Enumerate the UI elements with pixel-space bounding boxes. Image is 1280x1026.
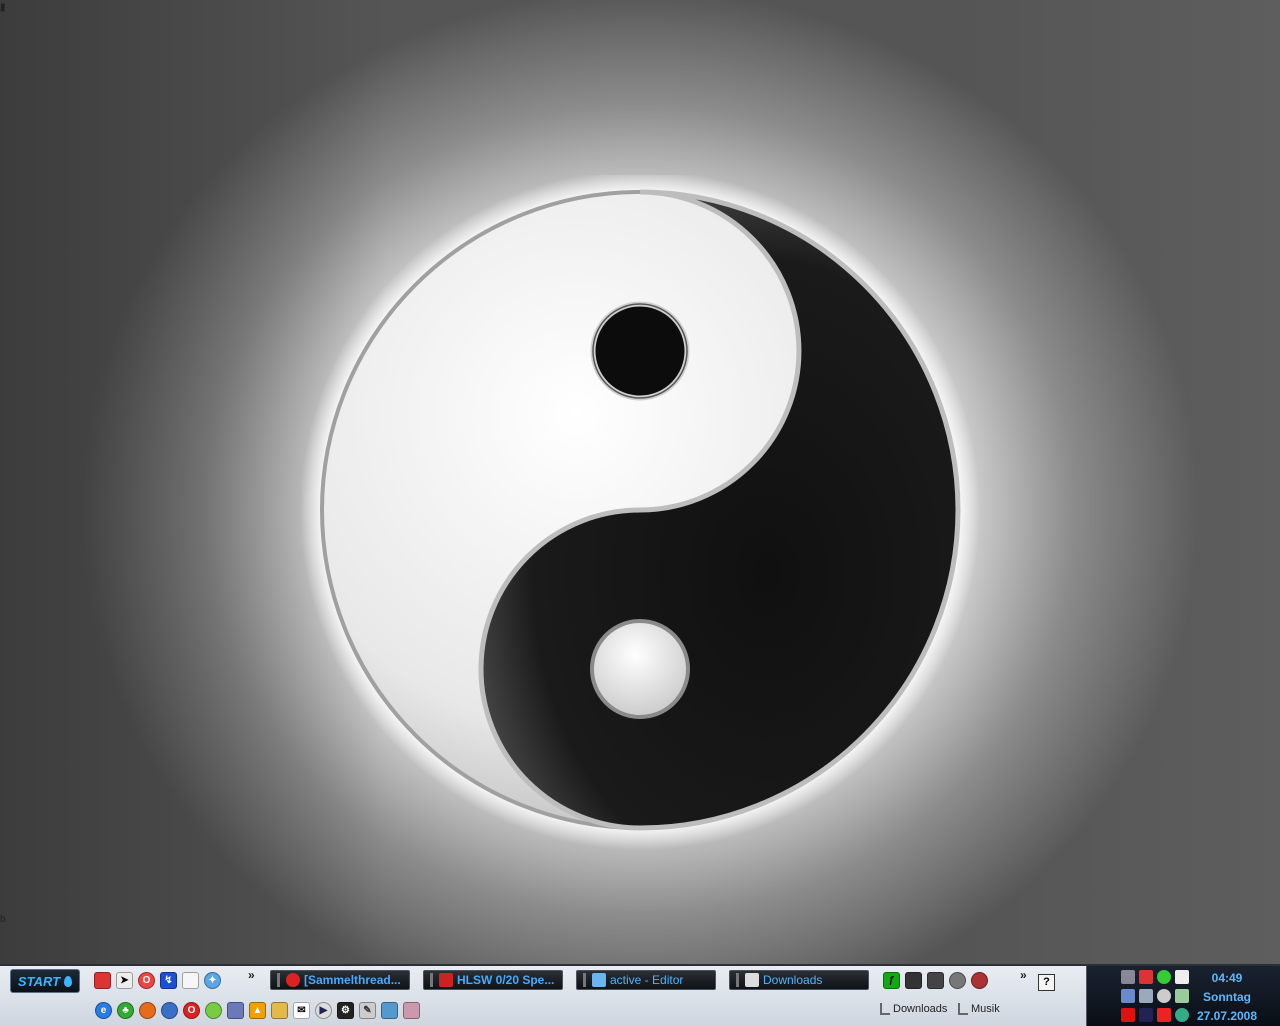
fighter-icon[interactable] bbox=[971, 972, 988, 989]
task-button-editor[interactable]: active - Editor bbox=[576, 970, 716, 990]
vlc-icon[interactable]: ▲ bbox=[249, 1002, 266, 1019]
clock-time: 04:49 bbox=[1211, 971, 1243, 985]
task-grip bbox=[277, 973, 280, 987]
taskbar: START ➤ O ↯ ✦ » e ♣ O ▲ ✉ ▶ ⚙ ✎ [Sammelt… bbox=[0, 964, 1280, 1026]
game-icon[interactable] bbox=[927, 972, 944, 989]
app-red-icon[interactable] bbox=[1139, 970, 1153, 984]
uac-icon[interactable] bbox=[1139, 1008, 1153, 1022]
antivirus-icon[interactable] bbox=[1157, 1008, 1171, 1022]
cursor-icon[interactable]: ➤ bbox=[116, 972, 133, 989]
tool-icon[interactable]: ✎ bbox=[359, 1002, 376, 1019]
folder-link-musik[interactable]: Musik bbox=[958, 1003, 1000, 1015]
thunderbird-icon[interactable] bbox=[161, 1002, 178, 1019]
system-tray: 04:49 Sonntag 27.07.2008 bbox=[1086, 966, 1280, 1026]
clock-day: Sonntag bbox=[1203, 990, 1251, 1004]
task-button-opera[interactable]: [Sammelthread... bbox=[270, 970, 410, 990]
start-button[interactable]: START bbox=[10, 969, 80, 993]
people-icon[interactable] bbox=[1139, 989, 1153, 1003]
mouse-icon[interactable] bbox=[949, 972, 966, 989]
yin-yang-wallpaper bbox=[300, 175, 980, 850]
folder-icon bbox=[745, 973, 759, 987]
notepad-icon bbox=[592, 973, 606, 987]
clock-date: 27.07.2008 bbox=[1196, 1009, 1258, 1023]
monitor-icon[interactable] bbox=[905, 972, 922, 989]
satellite-icon[interactable] bbox=[1157, 989, 1171, 1003]
archive-icon[interactable] bbox=[403, 1002, 420, 1019]
network-icon[interactable] bbox=[1121, 989, 1135, 1003]
start-logo-icon bbox=[64, 975, 73, 987]
quick-launch-bottom: e ♣ O ▲ ✉ ▶ ⚙ ✎ bbox=[95, 1002, 420, 1019]
task-grip bbox=[736, 973, 739, 987]
network-icon[interactable]: ↯ bbox=[160, 972, 177, 989]
folder-icon bbox=[958, 1003, 968, 1015]
messenger-icon[interactable] bbox=[381, 1002, 398, 1019]
quick-launch-right: ƒ bbox=[883, 972, 988, 989]
tag-icon[interactable] bbox=[271, 1002, 288, 1019]
document-icon[interactable] bbox=[182, 972, 199, 989]
headset-icon[interactable] bbox=[1121, 970, 1135, 984]
task-button-hlsw[interactable]: HLSW 0/20 Spe... bbox=[423, 970, 563, 990]
photo-icon[interactable] bbox=[227, 1002, 244, 1019]
app-red-icon[interactable] bbox=[94, 972, 111, 989]
task-label: HLSW 0/20 Spe... bbox=[457, 973, 555, 987]
steam-icon[interactable]: ⚙ bbox=[337, 1002, 354, 1019]
media-player-icon[interactable]: ▶ bbox=[315, 1002, 332, 1019]
quick-launch-right-chevron[interactable]: » bbox=[1020, 968, 1027, 982]
task-button-downloads[interactable]: Downloads bbox=[729, 970, 869, 990]
task-label: active - Editor bbox=[610, 973, 684, 987]
quick-launch-overflow-chevron[interactable]: » bbox=[248, 968, 255, 982]
clover-icon[interactable]: ♣ bbox=[117, 1002, 134, 1019]
clover-icon[interactable] bbox=[1157, 970, 1171, 984]
opera-icon[interactable]: O bbox=[138, 972, 155, 989]
opera-icon[interactable]: O bbox=[183, 1002, 200, 1019]
opera-icon bbox=[286, 973, 300, 987]
internet-explorer-icon[interactable]: e bbox=[95, 1002, 112, 1019]
folder-link-downloads[interactable]: Downloads bbox=[880, 1003, 947, 1015]
desktop-edge-glyph: b bbox=[0, 914, 6, 925]
task-grip bbox=[583, 973, 586, 987]
hlsw-icon bbox=[439, 973, 453, 987]
media-icon[interactable] bbox=[205, 1002, 222, 1019]
desktop: ▮ b bbox=[0, 0, 1280, 964]
folder-icon bbox=[880, 1003, 890, 1015]
help-icon[interactable]: ? bbox=[1038, 974, 1055, 991]
start-label: START bbox=[17, 973, 61, 989]
task-label: Downloads bbox=[763, 973, 823, 987]
clock[interactable]: 04:49 Sonntag 27.07.2008 bbox=[1187, 969, 1267, 1026]
desktop-edge-glyph: ▮ bbox=[0, 2, 6, 13]
task-grip bbox=[430, 973, 433, 987]
firefox-icon[interactable] bbox=[139, 1002, 156, 1019]
task-label: [Sammelthread... bbox=[304, 973, 401, 987]
compass-icon[interactable]: ✦ bbox=[204, 972, 221, 989]
speedfan-icon[interactable]: ƒ bbox=[883, 972, 900, 989]
ati-icon[interactable] bbox=[1121, 1008, 1135, 1022]
quick-launch-top: ➤ O ↯ ✦ bbox=[94, 972, 221, 989]
mail-icon[interactable]: ✉ bbox=[293, 1002, 310, 1019]
